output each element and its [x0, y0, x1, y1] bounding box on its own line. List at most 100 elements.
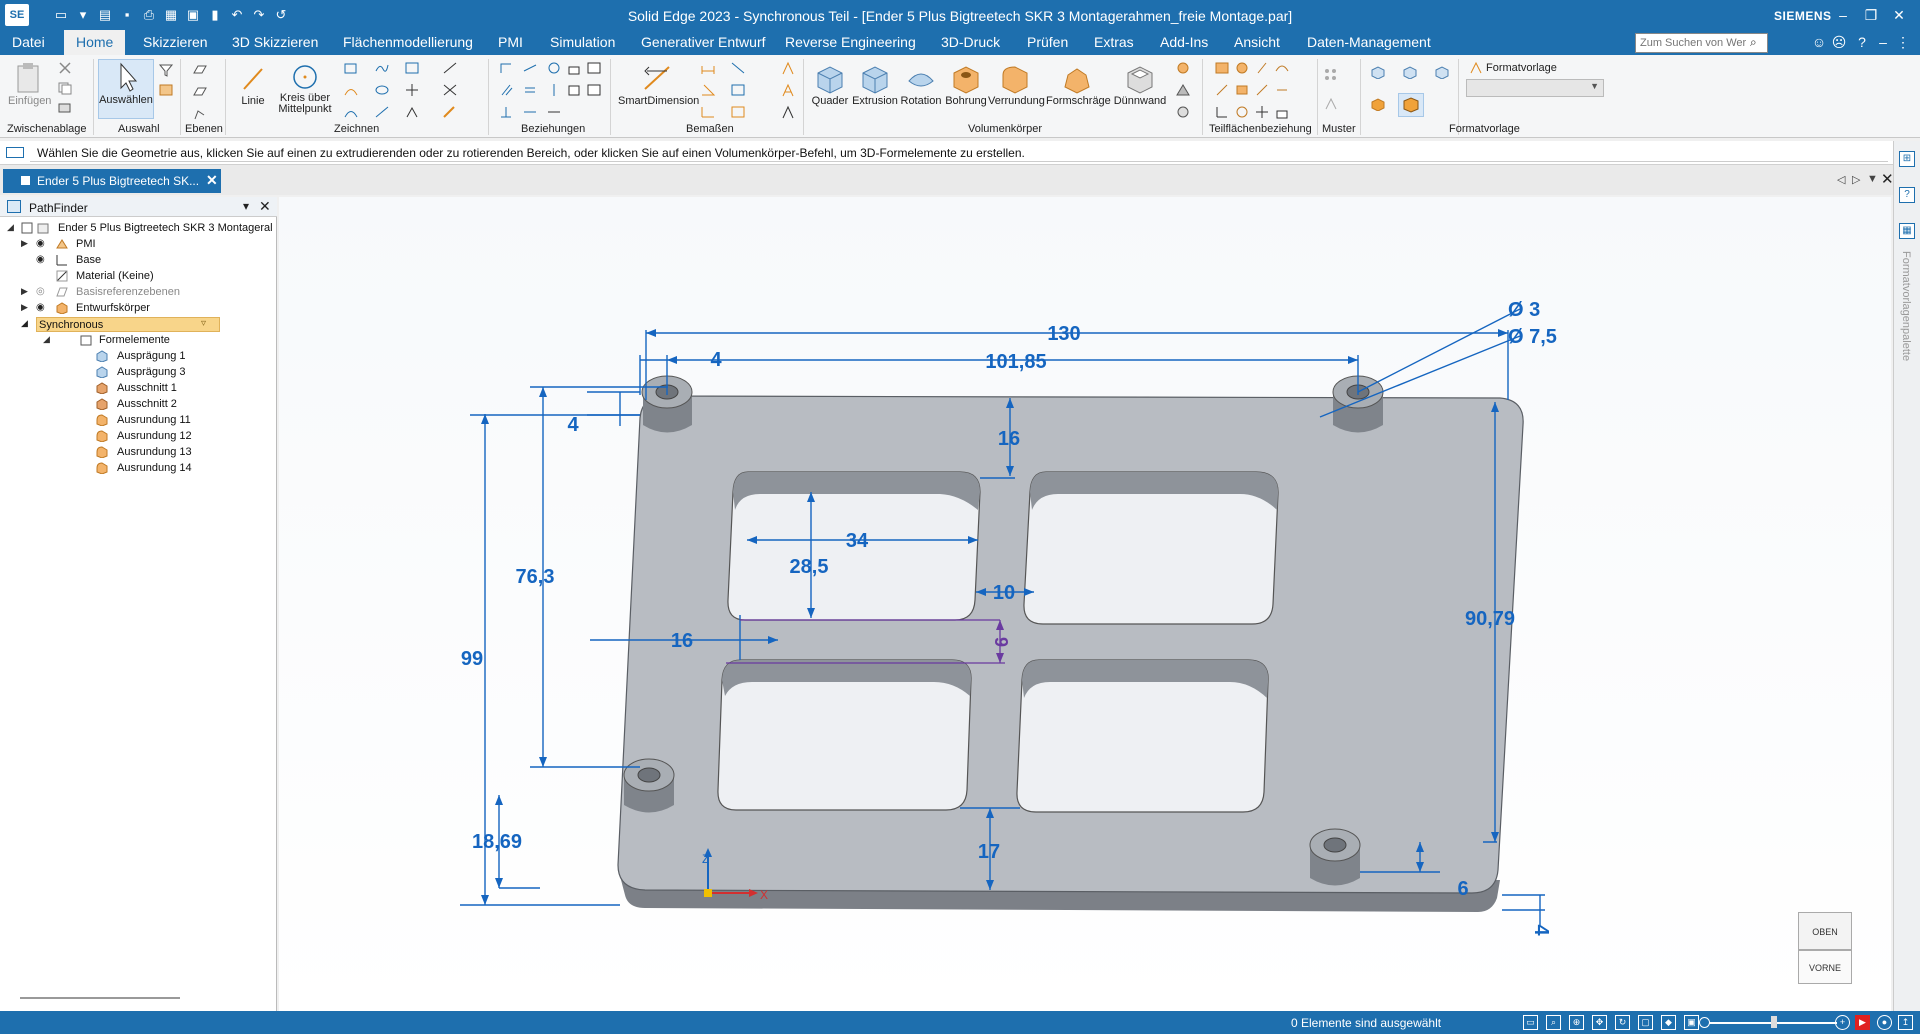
tree-feature-item[interactable]: Ausrundung 14 — [0, 461, 277, 476]
dimension-diameter-7-5[interactable]: Ø 7,5 — [1508, 326, 1557, 348]
mirror-pattern-icon[interactable] — [1323, 97, 1339, 111]
pocket-bottom-left[interactable] — [717, 659, 972, 811]
project-icon[interactable] — [442, 61, 458, 75]
tab-daten-management[interactable]: Daten-Management — [1307, 34, 1431, 50]
lock-relation-icon[interactable] — [566, 61, 582, 75]
tangent-arc-icon[interactable] — [343, 105, 359, 119]
tree-node-base[interactable]: ◉ Base — [0, 253, 277, 268]
bohrung-button[interactable]: Bohrung — [944, 61, 988, 107]
tab-datei[interactable]: Datei — [12, 34, 45, 50]
pattern-feature-icon[interactable] — [1175, 105, 1191, 119]
save-icon[interactable]: ▪ — [118, 6, 136, 24]
document-tab[interactable]: Ender 5 Plus Bigtreetech SK... ✕ — [3, 169, 221, 193]
curve-tool-icon[interactable] — [374, 61, 390, 75]
extrusion-button[interactable]: Extrusion — [852, 61, 898, 107]
ribbon-minimize-icon[interactable]: – — [1874, 33, 1892, 51]
tab-add-ins[interactable]: Add-Ins — [1160, 34, 1208, 50]
tree-node-formelemente[interactable]: ◢ Formelemente — [0, 333, 277, 348]
select-button[interactable]: Auswählen — [98, 59, 154, 119]
view-iso-icon[interactable] — [1370, 65, 1386, 79]
expand-icon[interactable]: ▶ — [21, 286, 31, 297]
dimension-28-5[interactable]: 28,5 — [790, 556, 829, 578]
tangent-relation-icon[interactable] — [522, 61, 538, 75]
concentric-relation-icon[interactable] — [546, 61, 562, 75]
tree-feature-item[interactable]: Ausrundung 12 — [0, 429, 277, 444]
synchronous-dropdown-icon[interactable]: ▿ — [201, 318, 206, 329]
tree-node-synchronous[interactable]: Synchronous ▿ — [36, 317, 220, 332]
dimension-34[interactable]: 34 — [846, 530, 869, 552]
expand-icon[interactable]: ▶ — [21, 238, 31, 249]
tangent-face-icon[interactable] — [1274, 61, 1290, 75]
coplanar-icon[interactable] — [1214, 61, 1230, 75]
tab-skizzieren[interactable]: Skizzieren — [143, 34, 208, 50]
parallel-relation-icon[interactable] — [498, 83, 514, 97]
style-dropdown[interactable]: ▼ — [1466, 79, 1604, 97]
view-cube[interactable]: OBEN VORNE — [1798, 912, 1852, 984]
intersect-icon[interactable] — [442, 83, 458, 97]
dimension-16-left[interactable]: 16 — [671, 630, 693, 652]
dimension-18-69[interactable]: 18,69 — [472, 831, 522, 853]
tab-flaechenmodellierung[interactable]: Flächenmodellierung — [343, 34, 473, 50]
circle-center-button[interactable]: Kreis über Mittelpunkt — [276, 63, 334, 115]
open-icon[interactable]: ▾ — [74, 6, 92, 24]
restore-button[interactable]: ❐ — [1861, 6, 1881, 24]
minimize-button[interactable]: – — [1833, 6, 1853, 24]
formschraege-button[interactable]: Formschräge — [1046, 61, 1111, 107]
sketch-view-icon[interactable]: ▢ — [1638, 1015, 1653, 1030]
dimension-90-79[interactable]: 90,79 — [1465, 608, 1515, 630]
layout-icon[interactable]: ▣ — [184, 6, 202, 24]
connect-relation-icon[interactable] — [498, 61, 514, 75]
perpendicular-face-icon[interactable] — [1214, 83, 1230, 97]
coordinate-dimension-icon[interactable] — [700, 105, 716, 119]
tab-generativer-entwurf[interactable]: Generativer Entwurf — [641, 34, 766, 50]
tab-pmi[interactable]: PMI — [498, 34, 523, 50]
paste-icon[interactable]: ▮ — [206, 6, 224, 24]
eye-icon[interactable]: ◉ — [36, 254, 50, 265]
tab-3d-skizzieren[interactable]: 3D Skizzieren — [232, 34, 318, 50]
offset-face-icon[interactable] — [1234, 105, 1250, 119]
tree-feature-item[interactable]: Ausschnitt 1 — [0, 381, 277, 396]
command-search-input[interactable] — [1635, 33, 1768, 53]
pencil-icon[interactable] — [442, 105, 458, 119]
help-panel-icon[interactable]: ? — [1899, 187, 1915, 203]
graphics-window[interactable]: 130 101,85 4 4 Ø 3 Ø 7,5 16 34 28,5 10 1… — [279, 197, 1891, 1011]
dimension-diameter-3[interactable]: Ø 3 — [1508, 299, 1540, 321]
customize-icon[interactable]: ↺ — [272, 6, 290, 24]
ellipse-tool-icon[interactable] — [374, 83, 390, 97]
tab-list-icon[interactable]: ▼ — [1867, 173, 1878, 185]
properties-icon[interactable]: ▦ — [162, 6, 180, 24]
dimension-99[interactable]: 99 — [461, 648, 483, 670]
tab-ansicht[interactable]: Ansicht — [1234, 34, 1280, 50]
collapse-icon[interactable]: ◢ — [43, 334, 53, 345]
rotate-view-icon[interactable]: ↻ — [1615, 1015, 1630, 1030]
dimension-101-85[interactable]: 101,85 — [985, 351, 1046, 373]
pattern-icon[interactable] — [1323, 67, 1339, 81]
pathfinder-close-icon[interactable]: ✕ — [259, 198, 271, 215]
tab-extras[interactable]: Extras — [1094, 34, 1134, 50]
upload-icon[interactable]: ↥ — [1898, 1015, 1913, 1030]
tree-node-pmi[interactable]: ▶ ◉ PMI — [0, 237, 277, 252]
open-folder-icon[interactable]: ▤ — [96, 6, 114, 24]
pocket-bottom-right[interactable] — [1016, 659, 1269, 813]
tab-scroll-right-icon[interactable]: ▷ — [1852, 173, 1860, 186]
close-document-icon[interactable]: ✕ — [206, 172, 218, 189]
pan-icon[interactable]: ✥ — [1592, 1015, 1607, 1030]
tree-node-basisreferenzebenen[interactable]: ▶ ◎ Basisreferenzebenen — [0, 285, 277, 300]
stop-recording-icon[interactable]: ● — [1877, 1015, 1892, 1030]
shaded-edges-toggle[interactable] — [1398, 93, 1424, 117]
rectangle-tool-icon[interactable] — [343, 61, 359, 75]
dimension-style-icon[interactable] — [730, 105, 746, 119]
pocket-top-right[interactable] — [1023, 471, 1279, 625]
arc-tool-icon[interactable] — [343, 83, 359, 97]
record-video-icon[interactable]: ▶ — [1855, 1015, 1870, 1030]
tab-simulation[interactable]: Simulation — [550, 34, 615, 50]
tab-3d-druck[interactable]: 3D-Druck — [941, 34, 1000, 50]
maintain-relations-icon[interactable] — [586, 61, 602, 75]
smartdimension-button[interactable]: SmartDimension — [618, 61, 699, 107]
ground-icon[interactable] — [1214, 105, 1230, 119]
line-button[interactable]: Linie — [235, 63, 271, 107]
move-tool-icon[interactable] — [404, 83, 420, 97]
align-face-icon[interactable] — [1274, 83, 1290, 97]
copy-icon[interactable] — [57, 81, 73, 95]
eye-icon[interactable]: ◉ — [36, 238, 50, 249]
